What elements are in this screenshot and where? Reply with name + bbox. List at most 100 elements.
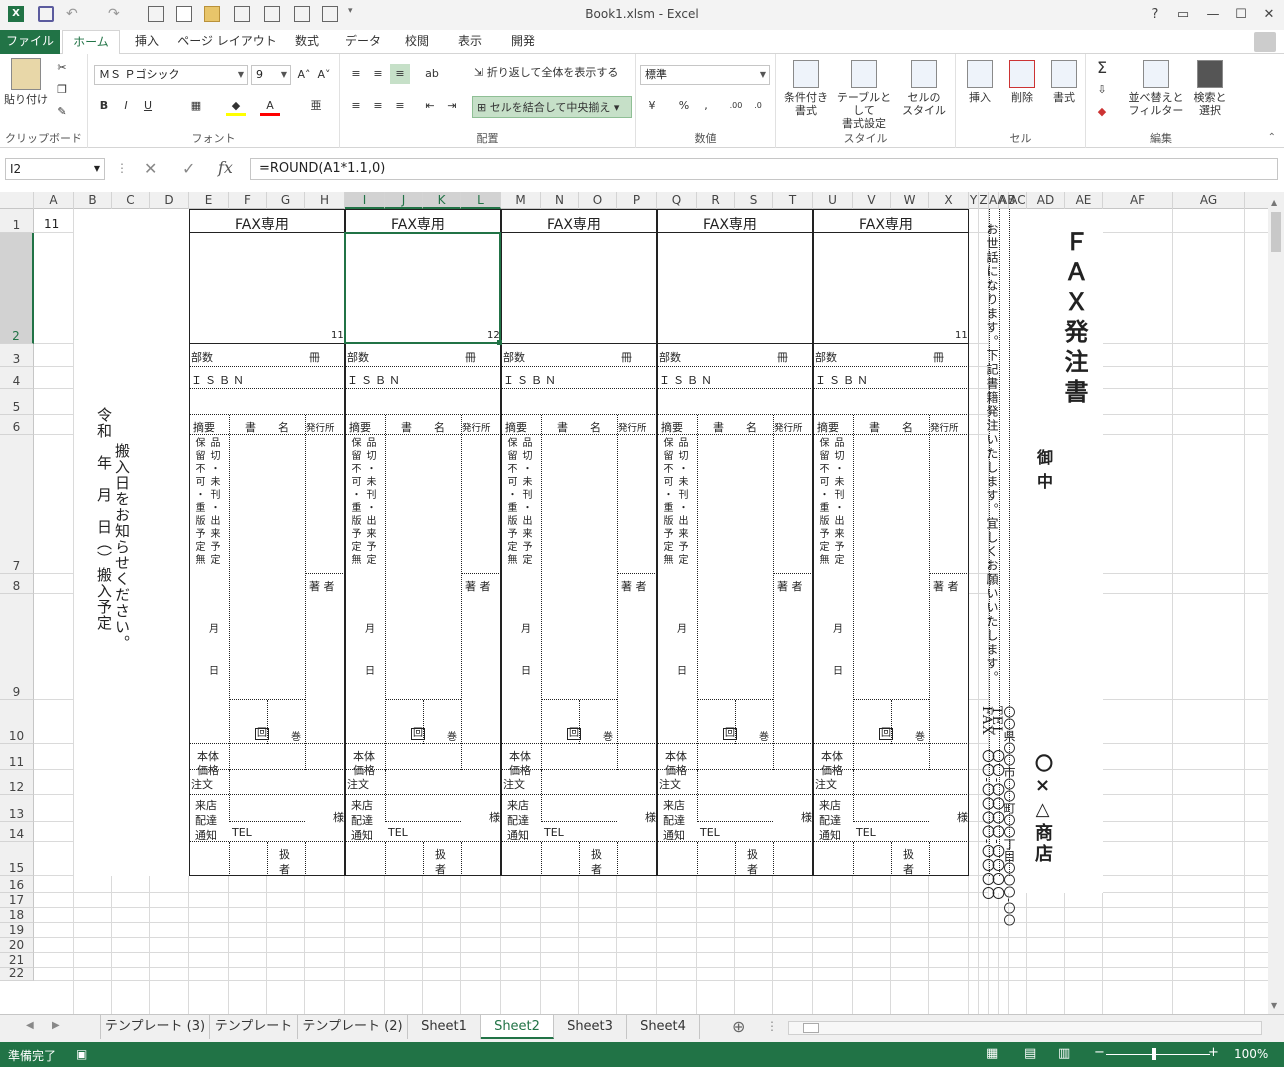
normal-view-icon[interactable]: ▦ (986, 1046, 998, 1061)
fill-handle[interactable] (497, 340, 502, 345)
next-sheet-icon[interactable]: ▶ (52, 1020, 60, 1031)
percent-button[interactable]: % (674, 96, 694, 116)
collapse-ribbon-icon[interactable]: ⌃ (1268, 132, 1276, 143)
sheet-tab[interactable]: テンプレート (3) (100, 1015, 210, 1039)
align-left-icon[interactable]: ≡ (346, 96, 366, 116)
underline-button[interactable]: U (138, 96, 158, 116)
tab-review[interactable]: 校閲 (394, 30, 440, 54)
macro-record-icon[interactable]: ▣ (76, 1047, 87, 1061)
delete-cells-button[interactable]: 削除 (1002, 60, 1042, 104)
column-header-ad[interactable]: AD (1027, 192, 1065, 209)
column-header-ae[interactable]: AE (1065, 192, 1103, 209)
tab-developer[interactable]: 開発 (500, 30, 546, 54)
cut-icon[interactable]: ✂ (52, 58, 72, 78)
column-header-o[interactable]: O (579, 192, 617, 209)
column-header-q[interactable]: Q (657, 192, 697, 209)
tab-data[interactable]: データ (336, 30, 390, 54)
user-avatar[interactable] (1254, 32, 1276, 52)
tab-formulas[interactable]: 数式 (284, 30, 330, 54)
format-as-table-button[interactable]: テーブルとして 書式設定 (832, 60, 896, 130)
column-header-p[interactable]: P (617, 192, 657, 209)
fill-icon[interactable]: ⇩ (1092, 80, 1112, 100)
font-size-select[interactable]: 9 ▼ (251, 65, 291, 85)
comma-button[interactable]: , (696, 96, 716, 116)
phonetic-icon[interactable]: 亜 (306, 96, 326, 116)
font-name-select[interactable]: ＭＳ Ｐゴシック ▼ (94, 65, 248, 85)
formula-input[interactable]: =ROUND(A1*1.1,0) (250, 158, 1278, 180)
align-center-icon[interactable]: ≡ (368, 96, 388, 116)
column-header-af[interactable]: AF (1103, 192, 1173, 209)
ribbon-display-icon[interactable]: ▭ (1170, 4, 1196, 26)
column-header-e[interactable]: E (189, 192, 229, 209)
autosum-icon[interactable]: Σ (1092, 58, 1112, 78)
row-header[interactable]: 5 (0, 389, 34, 415)
zoom-out-icon[interactable]: − (1094, 1045, 1105, 1060)
increase-decimal-icon[interactable]: .00 (726, 96, 746, 116)
scroll-thumb[interactable] (1271, 212, 1281, 252)
row-header[interactable]: 4 (0, 367, 34, 389)
column-header-c[interactable]: C (112, 192, 150, 209)
column-header-b[interactable]: B (74, 192, 112, 209)
find-select-button[interactable]: 検索と 選択 (1188, 60, 1232, 117)
page-break-view-icon[interactable]: ▥ (1058, 1046, 1070, 1061)
row-header[interactable]: 7 (0, 435, 34, 574)
scroll-down-icon[interactable]: ▼ (1271, 1001, 1277, 1010)
column-header-aa[interactable]: AA (989, 192, 1006, 209)
tab-view[interactable]: 表示 (448, 30, 492, 54)
cancel-icon[interactable]: ✕ (144, 159, 157, 178)
zoom-thumb[interactable] (1152, 1048, 1156, 1060)
name-box[interactable]: I2 ▼ (5, 158, 105, 180)
format-painter-icon[interactable]: ✎ (52, 102, 72, 122)
sheet-tab[interactable]: Sheet3 (554, 1015, 627, 1039)
sheet-tab[interactable]: Sheet1 (408, 1015, 481, 1039)
row-header[interactable]: 13 (0, 795, 34, 822)
row-header[interactable]: 15 (0, 842, 34, 876)
cell-a1[interactable]: 11 (44, 217, 59, 231)
zoom-slider[interactable] (1106, 1054, 1210, 1055)
row-header[interactable]: 6 (0, 415, 34, 435)
align-right-icon[interactable]: ≡ (390, 96, 410, 116)
row-header[interactable]: 18 (0, 908, 34, 923)
column-header-i[interactable]: I (345, 192, 385, 209)
fill-color-icon[interactable]: ◆ (226, 96, 246, 116)
row-header[interactable]: 3 (0, 344, 34, 367)
row-header[interactable]: 20 (0, 938, 34, 953)
row-header[interactable]: 8 (0, 574, 34, 594)
currency-icon[interactable]: ¥ (642, 96, 662, 116)
tab-page-layout[interactable]: ページ レイアウト (176, 30, 278, 54)
zoom-in-icon[interactable]: + (1208, 1045, 1219, 1060)
prev-sheet-icon[interactable]: ◀ (26, 1020, 34, 1031)
column-header-ab[interactable]: AB (999, 192, 1015, 209)
vertical-scrollbar[interactable]: ▲ ▼ (1268, 192, 1284, 1014)
row-header[interactable]: 2 (0, 233, 34, 344)
horizontal-scrollbar[interactable] (788, 1021, 1262, 1035)
minimize-icon[interactable]: — (1200, 4, 1226, 26)
column-header-d[interactable]: D (150, 192, 189, 209)
sheet-tab-active[interactable]: Sheet2 (481, 1015, 554, 1039)
row-header[interactable]: 9 (0, 594, 34, 700)
selected-cell[interactable] (344, 232, 501, 344)
column-header-j[interactable]: J (385, 192, 423, 209)
scroll-up-icon[interactable]: ▲ (1271, 198, 1277, 207)
column-header-m[interactable]: M (501, 192, 541, 209)
row-header[interactable]: 19 (0, 923, 34, 938)
column-header-g[interactable]: G (267, 192, 305, 209)
page-layout-view-icon[interactable]: ▤ (1024, 1046, 1036, 1061)
column-header-u[interactable]: U (813, 192, 853, 209)
align-middle-icon[interactable]: ≡ (368, 64, 388, 84)
worksheet-grid[interactable]: 11 FAX専用 11 部数冊 ＩＳＢＮ 摘要書 名発行所 保留不可・重版予定無 品切・未刊… (34, 209, 1268, 1014)
column-header-x[interactable]: X (929, 192, 969, 209)
borders-icon[interactable]: ▦ (186, 96, 206, 116)
maximize-icon[interactable]: ☐ (1228, 4, 1254, 26)
row-header[interactable]: 22 (0, 966, 34, 981)
row-header[interactable]: 14 (0, 822, 34, 842)
column-header-l[interactable]: L (461, 192, 501, 209)
italic-button[interactable]: I (116, 96, 136, 116)
font-color-icon[interactable]: A (260, 96, 280, 116)
shrink-font-icon[interactable]: A˅ (314, 65, 334, 85)
column-header-k[interactable]: K (423, 192, 461, 209)
paste-button[interactable]: 貼り付け (4, 58, 48, 106)
column-header-a[interactable]: A (34, 192, 74, 209)
clear-icon[interactable]: ◆ (1092, 102, 1112, 122)
decrease-decimal-icon[interactable]: .0 (748, 96, 768, 116)
